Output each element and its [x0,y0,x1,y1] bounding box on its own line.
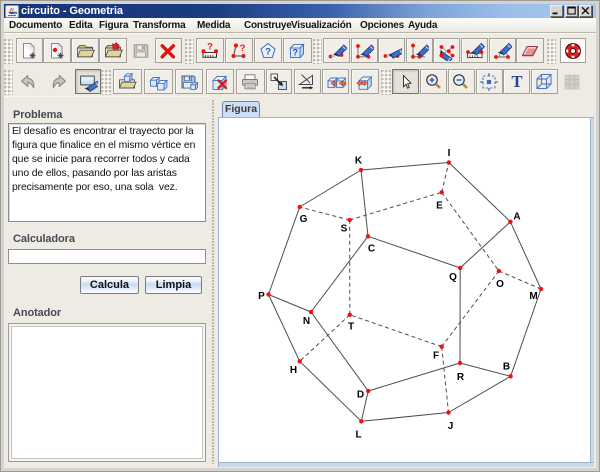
svg-text:O: O [496,279,504,290]
svg-text:?: ? [265,46,271,57]
svg-text:L: L [355,430,361,441]
svg-text:G: G [300,214,308,225]
svg-text:H: H [290,365,297,376]
svg-text:E: E [436,201,443,212]
svg-text:J: J [448,421,454,432]
svg-text:S: S [341,224,348,235]
svg-text:F: F [433,351,439,362]
svg-text:C: C [368,244,375,255]
svg-text:?: ? [293,47,299,57]
svg-text:D: D [357,390,364,401]
svg-text:I: I [448,148,451,159]
svg-text:?: ? [207,41,213,52]
svg-text:K: K [355,156,363,167]
svg-text:T: T [348,322,354,333]
svg-text:Q: Q [449,272,457,283]
svg-text:?: ? [240,43,246,54]
svg-text:R: R [457,372,465,383]
svg-text:T: T [511,72,522,91]
svg-text:N: N [303,316,310,327]
svg-text:B: B [503,362,510,373]
svg-text:P: P [258,291,265,302]
svg-text:M: M [529,291,537,302]
svg-text:A: A [513,212,520,223]
